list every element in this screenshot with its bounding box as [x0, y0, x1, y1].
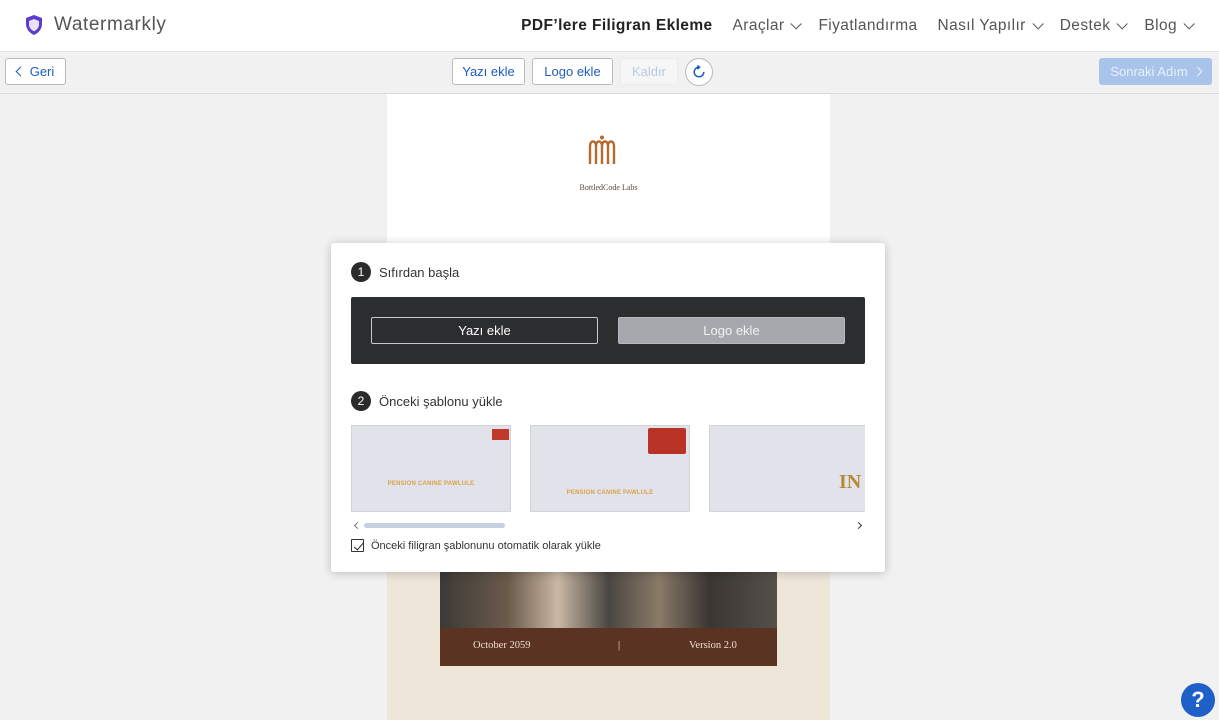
template-watermark-text: IN — [839, 471, 862, 493]
chevron-left-icon — [15, 66, 26, 77]
template-thumbnail[interactable]: PENSION CANINE PAWLULE — [530, 425, 690, 512]
document-photo — [440, 572, 777, 628]
top-navbar: Watermarkly PDF’lere Filigran Ekleme Ara… — [0, 0, 1219, 52]
template-thumbnail[interactable]: IN — [709, 425, 865, 512]
company-logo — [588, 135, 616, 164]
template-thumbnail[interactable]: PENSION CANINE PAWLULE — [351, 425, 511, 512]
scroll-right-arrow-icon[interactable] — [854, 521, 863, 530]
template-watermark-text: PENSION CANINE PAWLULE — [566, 490, 654, 496]
chevron-down-icon — [1116, 18, 1129, 30]
nav-how-to[interactable]: Nasıl Yapılır — [937, 17, 1044, 35]
template-carousel: PENSION CANINE PAWLULE PENSION CANINE PA… — [351, 425, 865, 513]
company-name: BottledCode Labs — [579, 183, 638, 192]
footer-date: October 2059 — [473, 640, 531, 651]
step-number: 1 — [351, 262, 371, 282]
brand-name: Watermarkly — [54, 14, 167, 35]
start-add-logo-button[interactable]: Logo ekle — [618, 317, 845, 344]
step-load-template: 2 Önceki şablonu yükle — [351, 391, 503, 411]
help-button[interactable]: ? — [1181, 683, 1215, 717]
nav-pricing[interactable]: Fiyatlandırma — [818, 17, 917, 35]
start-add-text-button[interactable]: Yazı ekle — [371, 317, 598, 344]
document-heading-partial — [477, 232, 740, 242]
main-nav: PDF’lere Filigran Ekleme Araçlar Fiyatla… — [521, 17, 1195, 35]
reset-button[interactable] — [685, 58, 713, 86]
chevron-down-icon — [1032, 18, 1044, 30]
chevron-right-icon — [1192, 66, 1203, 77]
footer-separator: | — [618, 640, 621, 651]
editor-toolbar: Geri Yazı ekle Logo ekle Kaldır Sonraki … — [0, 52, 1219, 94]
chevron-down-icon — [790, 18, 803, 30]
step-title: Önceki şablonu yükle — [379, 393, 503, 409]
add-logo-label: Logo ekle — [544, 64, 601, 79]
nav-support[interactable]: Destek — [1059, 17, 1129, 35]
nav-tools[interactable]: Araçlar — [732, 17, 803, 35]
remove-button[interactable]: Kaldır — [620, 58, 678, 85]
nav-label: Fiyatlandırma — [818, 17, 918, 34]
add-logo-button[interactable]: Logo ekle — [532, 58, 613, 85]
start-modal: 1 Sıfırdan başla Yazı ekle Logo ekle 2 Ö… — [331, 243, 885, 572]
template-scrollbar[interactable] — [351, 519, 865, 531]
template-logo — [648, 428, 686, 454]
step-start-from-scratch: 1 Sıfırdan başla — [351, 262, 459, 282]
step-title: Sıfırdan başla — [379, 264, 460, 280]
brand-logo[interactable]: Watermarkly — [24, 14, 167, 36]
next-step-button[interactable]: Sonraki Adım — [1099, 58, 1212, 85]
nav-label: PDF’lere Filigran Ekleme — [521, 17, 713, 34]
nav-label: Destek — [1059, 17, 1111, 34]
nav-pdf-watermark[interactable]: PDF’lere Filigran Ekleme — [521, 17, 712, 35]
remove-label: Kaldır — [632, 64, 666, 79]
chevron-down-icon — [1183, 18, 1195, 30]
template-watermark-text: PENSION CANINE PAWLULE — [387, 481, 475, 487]
start-options-panel: Yazı ekle Logo ekle — [351, 297, 865, 364]
auto-load-option[interactable]: Önceki filigran şablonunu otomatik olara… — [351, 539, 601, 552]
nav-label: Blog — [1144, 17, 1177, 34]
auto-load-label: Önceki filigran şablonunu otomatik olara… — [371, 539, 601, 552]
step-number: 2 — [351, 391, 371, 411]
scroll-left-arrow-icon[interactable] — [353, 521, 362, 530]
next-label: Sonraki Adım — [1110, 64, 1188, 79]
add-text-label: Yazı ekle — [462, 64, 515, 79]
footer-version: Version 2.0 — [689, 640, 737, 651]
auto-load-checkbox[interactable] — [351, 539, 364, 552]
document-footer-band: October 2059 | Version 2.0 — [440, 628, 777, 666]
nav-blog[interactable]: Blog — [1144, 17, 1195, 35]
template-logo — [492, 429, 509, 440]
nav-label: Araçlar — [732, 17, 785, 34]
add-text-button[interactable]: Yazı ekle — [452, 58, 525, 85]
scrollbar-thumb[interactable] — [364, 523, 505, 528]
refresh-icon — [693, 65, 705, 78]
shield-icon — [26, 15, 42, 35]
back-label: Geri — [29, 64, 55, 79]
back-button[interactable]: Geri — [5, 58, 66, 85]
nav-label: Nasıl Yapılır — [937, 17, 1026, 34]
